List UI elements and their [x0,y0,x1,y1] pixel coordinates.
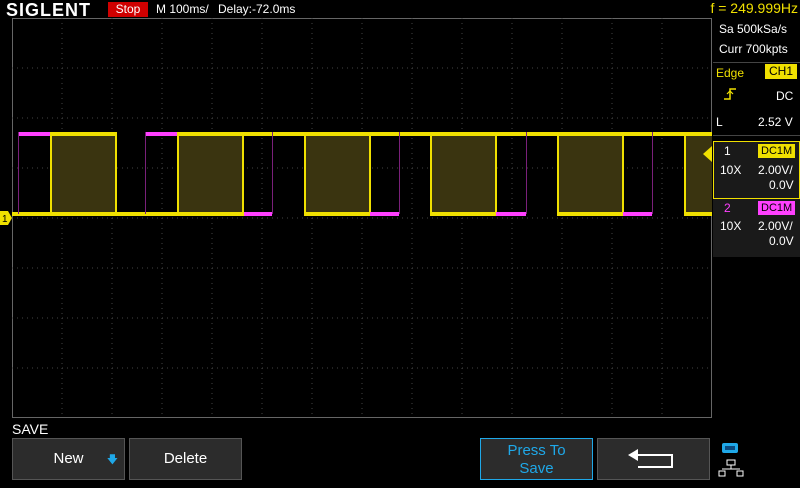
ch1-high-line [50,132,116,136]
frequency-readout: f = 249.999Hz [710,0,798,16]
pwm-fill-region [50,135,116,212]
press-to-save-button[interactable]: Press To Save [480,438,593,480]
ch2-edge [145,132,146,214]
delete-button-label: Delete [163,450,208,467]
ch1-ground-marker-label: 1 [2,214,8,225]
ch1-baseline [304,212,370,216]
channel-2-coupling: DC1M [758,201,796,215]
ch2-edge [526,132,527,214]
memory-depth: Curr 700kpts [719,42,788,56]
ch2-low-segment [623,212,652,216]
delete-button[interactable]: Delete [129,438,242,480]
ch2-high-segment [18,132,50,136]
pwm-fill-region [177,135,243,212]
delay-readout[interactable]: Delay:-72.0ms [218,2,295,16]
waveforms [12,132,712,216]
trigger-coupling: DC [776,89,794,103]
ch1-baseline [557,212,623,216]
menu-title: SAVE [12,421,49,437]
ch2-edge [399,132,400,214]
ch1-edge [177,132,179,214]
ch1-edge [50,132,52,214]
pwm-fill-region [557,135,623,212]
ch2-low-segment [496,212,526,216]
channel-2-number: 2 [724,201,731,215]
trigger-level-label: L [716,115,723,129]
back-button[interactable] [597,438,710,480]
ch2-low-segment [370,212,399,216]
new-button-label: New [53,450,84,467]
channel-1-number: 1 [724,144,731,158]
ch1-edge [242,132,244,214]
waveform-display[interactable] [12,18,712,418]
ch1-edge [369,132,371,214]
ch1-ground-marker[interactable]: 1 [0,211,12,225]
down-arrow-icon: 🡇 [106,454,118,466]
press-to-save-line1: Press To [507,442,566,459]
ch1-edge [684,132,686,214]
run-stop-status[interactable]: Stop [108,2,148,17]
new-button[interactable]: New 🡇 [12,438,125,480]
ch1-baseline [12,212,244,216]
ch2-edge [652,132,653,214]
ch1-edge [557,132,559,214]
ch2-edge [18,132,19,214]
network-icon[interactable] [716,440,746,478]
channel-1-offset: 0.0V [769,178,794,192]
ch2-low-segment [244,212,272,216]
ch1-edge [304,132,306,214]
channel-2-probe: 10X [720,219,742,233]
ch1-baseline [430,212,496,216]
channel-1-scale: 2.00V/ [758,163,793,177]
ch1-selected-arrow-icon [703,146,712,162]
press-to-save-line2: Save [519,460,554,477]
channel-2-scale: 2.00V/ [758,219,793,233]
ch1-edge [495,132,497,214]
channel-1-coupling: DC1M [758,144,796,158]
ch1-edge [430,132,432,214]
trigger-source: CH1 [765,64,797,79]
trigger-level-value: 2.52 V [758,115,793,129]
ch1-edge [115,132,117,214]
pwm-fill-region [430,135,496,212]
return-arrow-icon [627,449,673,468]
pwm-fill-region [304,135,370,212]
sample-rate: Sa 500kSa/s [719,22,788,36]
ch2-high-segment [145,132,177,136]
rising-edge-icon [722,86,738,105]
timebase-readout[interactable]: M 100ms/ [156,2,209,16]
channel-1-probe: 10X [720,163,742,177]
ch1-edge [622,132,624,214]
channel-2-offset: 0.0V [769,234,794,248]
ch2-edge [272,132,273,214]
ch1-high-line [177,132,704,136]
trigger-type: Edge [716,66,745,80]
ch1-baseline [684,212,712,216]
